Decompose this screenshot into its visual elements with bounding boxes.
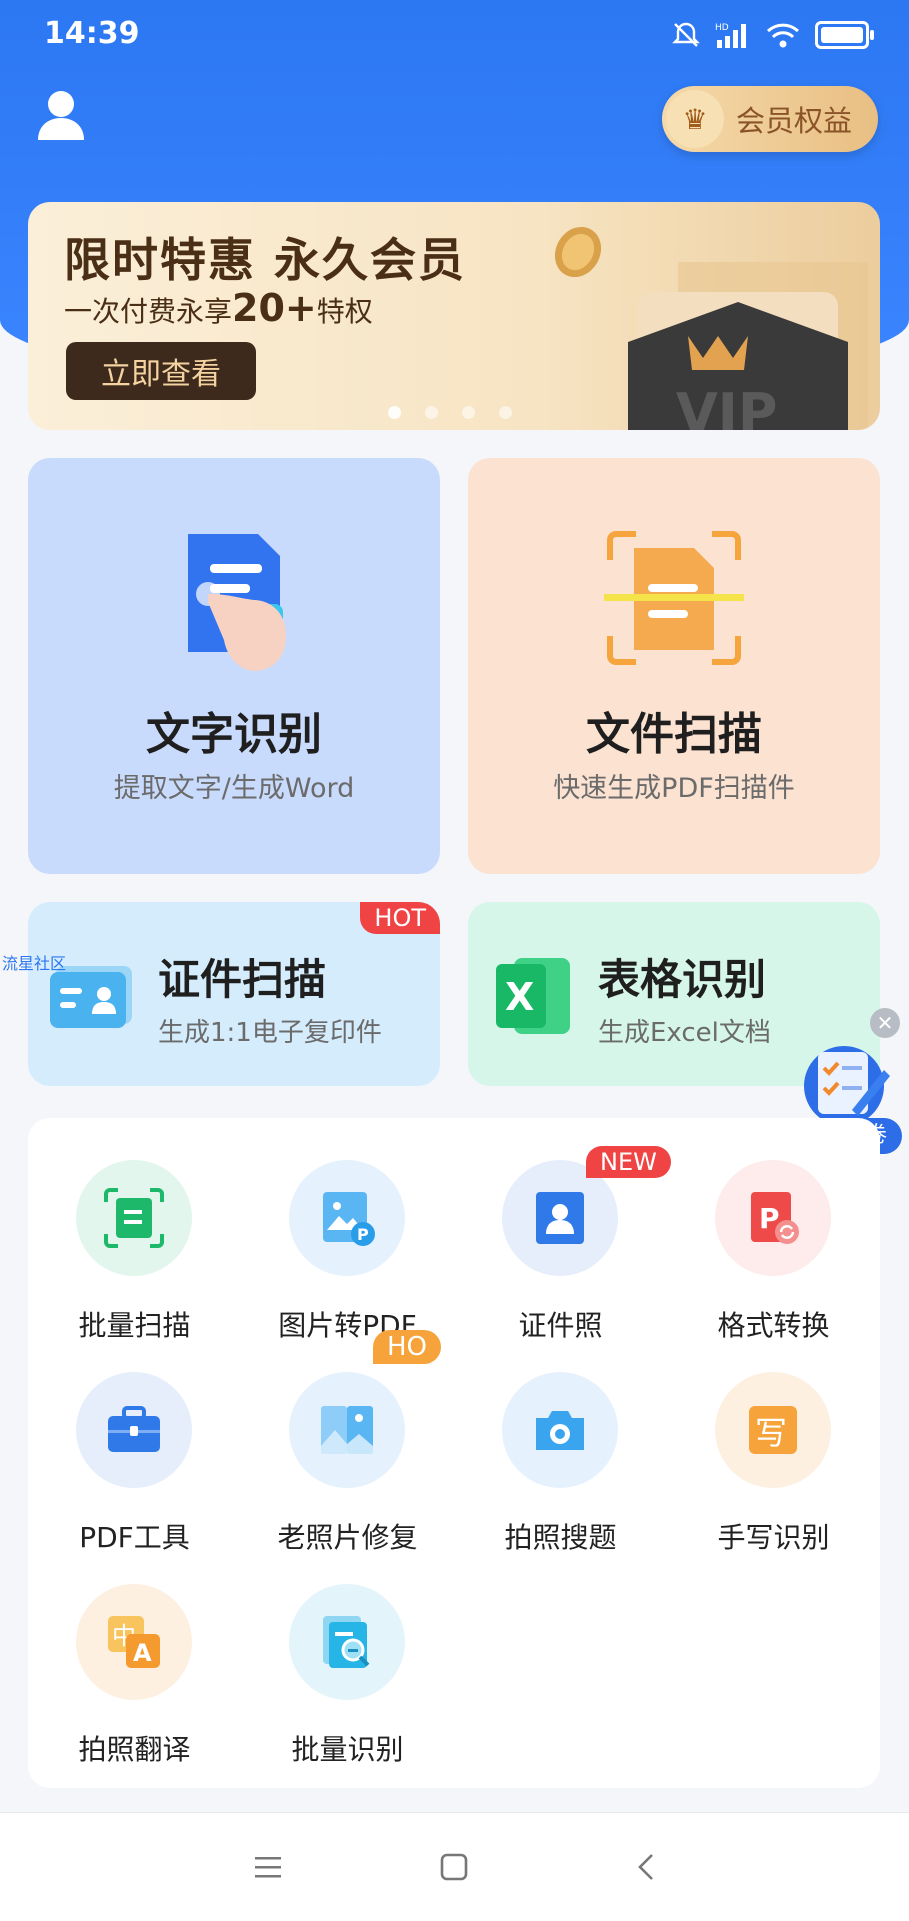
briefcase-icon: [76, 1372, 192, 1488]
translate-icon: 中A: [76, 1584, 192, 1700]
system-navigation-bar: [0, 1812, 909, 1921]
id-scan-title: 证件扫描: [158, 955, 327, 1004]
banner-sub-suffix: 特权: [316, 295, 373, 328]
photo-restore-icon: [289, 1372, 405, 1488]
hot-badge: HO: [373, 1330, 442, 1364]
survey-close-button[interactable]: ✕: [870, 1008, 900, 1038]
gold-coin-icon: [554, 226, 602, 278]
new-badge: NEW: [586, 1146, 671, 1178]
signal-icon: HD: [715, 23, 746, 48]
id-scan-card[interactable]: 证件扫描 生成1:1电子复印件 HOT: [28, 902, 440, 1086]
vip-text: VIP: [676, 382, 777, 430]
tool-pdf-tools[interactable]: PDF工具: [28, 1330, 241, 1554]
tool-batch-scan[interactable]: 批量扫描: [28, 1118, 241, 1342]
batch-recognition-icon: [289, 1584, 405, 1700]
tool-id-photo[interactable]: NEW 证件照: [454, 1118, 671, 1342]
tool-photo-translate[interactable]: 中A 拍照翻译: [28, 1542, 241, 1766]
menu-button[interactable]: [246, 1845, 290, 1889]
svg-text:A: A: [133, 1639, 152, 1667]
banner-subtitle: 一次付费永享20+特权: [64, 286, 373, 330]
member-benefits-label: 会员权益: [736, 104, 853, 138]
battery-icon: [815, 21, 874, 49]
table-recognition-subtitle: 生成Excel文档: [598, 1018, 771, 1048]
user-avatar-icon[interactable]: [36, 88, 86, 142]
excel-icon: X: [496, 958, 570, 1034]
vip-card-illustration: VIP: [628, 262, 868, 430]
tool-photo-search[interactable]: 拍照搜题: [454, 1330, 667, 1554]
home-button[interactable]: [432, 1845, 476, 1889]
wifi-icon: [766, 23, 800, 48]
status-time: 14:39: [44, 16, 140, 51]
tool-batch-recognition[interactable]: 批量识别: [241, 1542, 454, 1766]
batch-scan-icon: [76, 1160, 192, 1276]
menu-icon: [255, 1857, 281, 1878]
hd-label: HD: [715, 23, 729, 33]
table-recognition-title: 表格识别: [598, 955, 767, 1004]
survey-clipboard-icon: [804, 1046, 890, 1124]
tool-label: 批量识别: [291, 1733, 404, 1766]
side-watermark-text: 流星社区: [2, 954, 67, 973]
view-now-button[interactable]: 立即查看: [66, 342, 256, 400]
tool-old-photo-restore[interactable]: HO 老照片修复: [241, 1330, 454, 1554]
file-scan-card[interactable]: 文件扫描 快速生成PDF扫描件: [468, 458, 880, 874]
tool-image-to-pdf[interactable]: P 图片转PDF: [241, 1118, 454, 1342]
file-scan-title: 文件扫描: [586, 709, 762, 760]
banner-title: 限时特惠 永久会员: [64, 233, 467, 287]
svg-text:X: X: [505, 975, 534, 1019]
tool-label: 拍照搜题: [504, 1521, 617, 1554]
tool-label: 拍照翻译: [78, 1733, 191, 1766]
member-benefits-button[interactable]: ♛ 会员权益: [662, 86, 878, 152]
tool-label: 手写识别: [717, 1521, 830, 1554]
banner-sub-highlight: 20+: [232, 286, 317, 330]
svg-text:写: 写: [755, 1414, 787, 1452]
banner-dot[interactable]: [388, 406, 401, 419]
close-icon: ✕: [876, 1011, 894, 1035]
file-scan-subtitle: 快速生成PDF扫描件: [553, 773, 795, 804]
promo-banner[interactable]: 限时特惠 永久会员 一次付费永享20+特权 立即查看 VIP: [28, 202, 880, 430]
back-button[interactable]: [624, 1845, 668, 1889]
text-recognition-card[interactable]: 文字识别 提取文字/生成Word: [28, 458, 440, 874]
banner-sub-prefix: 一次付费永享: [64, 295, 233, 328]
image-to-pdf-icon: P: [289, 1160, 405, 1276]
text-recognition-subtitle: 提取文字/生成Word: [113, 773, 355, 804]
banner-dot[interactable]: [499, 406, 512, 419]
crown-icon: ♛: [666, 90, 724, 148]
text-recognition-icon: [188, 534, 286, 671]
tool-handwriting[interactable]: 写 手写识别: [667, 1330, 880, 1554]
tool-format-convert[interactable]: P 格式转换: [667, 1118, 880, 1342]
text-recognition-title: 文字识别: [146, 709, 322, 760]
svg-text:P: P: [357, 1225, 369, 1244]
tools-panel: 批量扫描 P 图片转PDF NEW 证件照 P 格式转换 PDF工具 HO 老照…: [28, 1118, 880, 1788]
banner-dot[interactable]: [462, 406, 475, 419]
banner-pagination: [388, 406, 512, 419]
camera-icon: [502, 1372, 618, 1488]
id-scan-subtitle: 生成1:1电子复印件: [158, 1018, 382, 1048]
format-convert-icon: P: [715, 1160, 831, 1276]
file-scan-icon: [604, 531, 744, 665]
bell-muted-icon: [672, 22, 700, 47]
hot-badge: HOT: [360, 902, 440, 934]
banner-dot[interactable]: [425, 406, 438, 419]
status-bar-icons: HD: [671, 20, 874, 50]
handwriting-icon: 写: [715, 1372, 831, 1488]
back-chevron-icon: [638, 1854, 653, 1880]
home-square-icon: [440, 1853, 468, 1881]
